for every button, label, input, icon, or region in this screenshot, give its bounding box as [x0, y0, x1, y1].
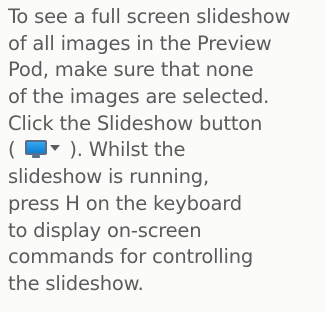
slideshow-button-icon: [23, 139, 61, 159]
paragraph-line-11: the slideshow.: [8, 271, 144, 295]
paragraph-line-10: commands for controlling: [8, 245, 254, 269]
paragraph-line-1: To see a full screen slideshow: [8, 5, 291, 28]
chevron-down-icon: [50, 145, 61, 152]
instruction-paragraph: To see a full screen slideshow of all im…: [8, 4, 320, 298]
paragraph-line-2: of all images in the Preview: [8, 31, 272, 55]
paragraph-line-8: press H on the keyboard: [8, 191, 242, 215]
paragraph-line-7: slideshow is running,: [8, 165, 209, 189]
paren-open-text: (: [8, 138, 22, 162]
paragraph-line-6: ( ). Whilst the: [8, 137, 320, 164]
paragraph-line-5: Click the Slideshow button: [8, 111, 263, 135]
monitor-slideshow-icon: [25, 140, 48, 156]
paren-close-text: ). Whilst the: [63, 138, 186, 162]
paragraph-line-9: to display on-screen: [8, 218, 202, 242]
paragraph-line-4: of the images are selected.: [8, 85, 270, 109]
paragraph-line-3: Pod, make sure that none: [8, 58, 254, 82]
document-page: To see a full screen slideshow of all im…: [0, 0, 325, 312]
monitor-stand-icon: [32, 155, 41, 159]
